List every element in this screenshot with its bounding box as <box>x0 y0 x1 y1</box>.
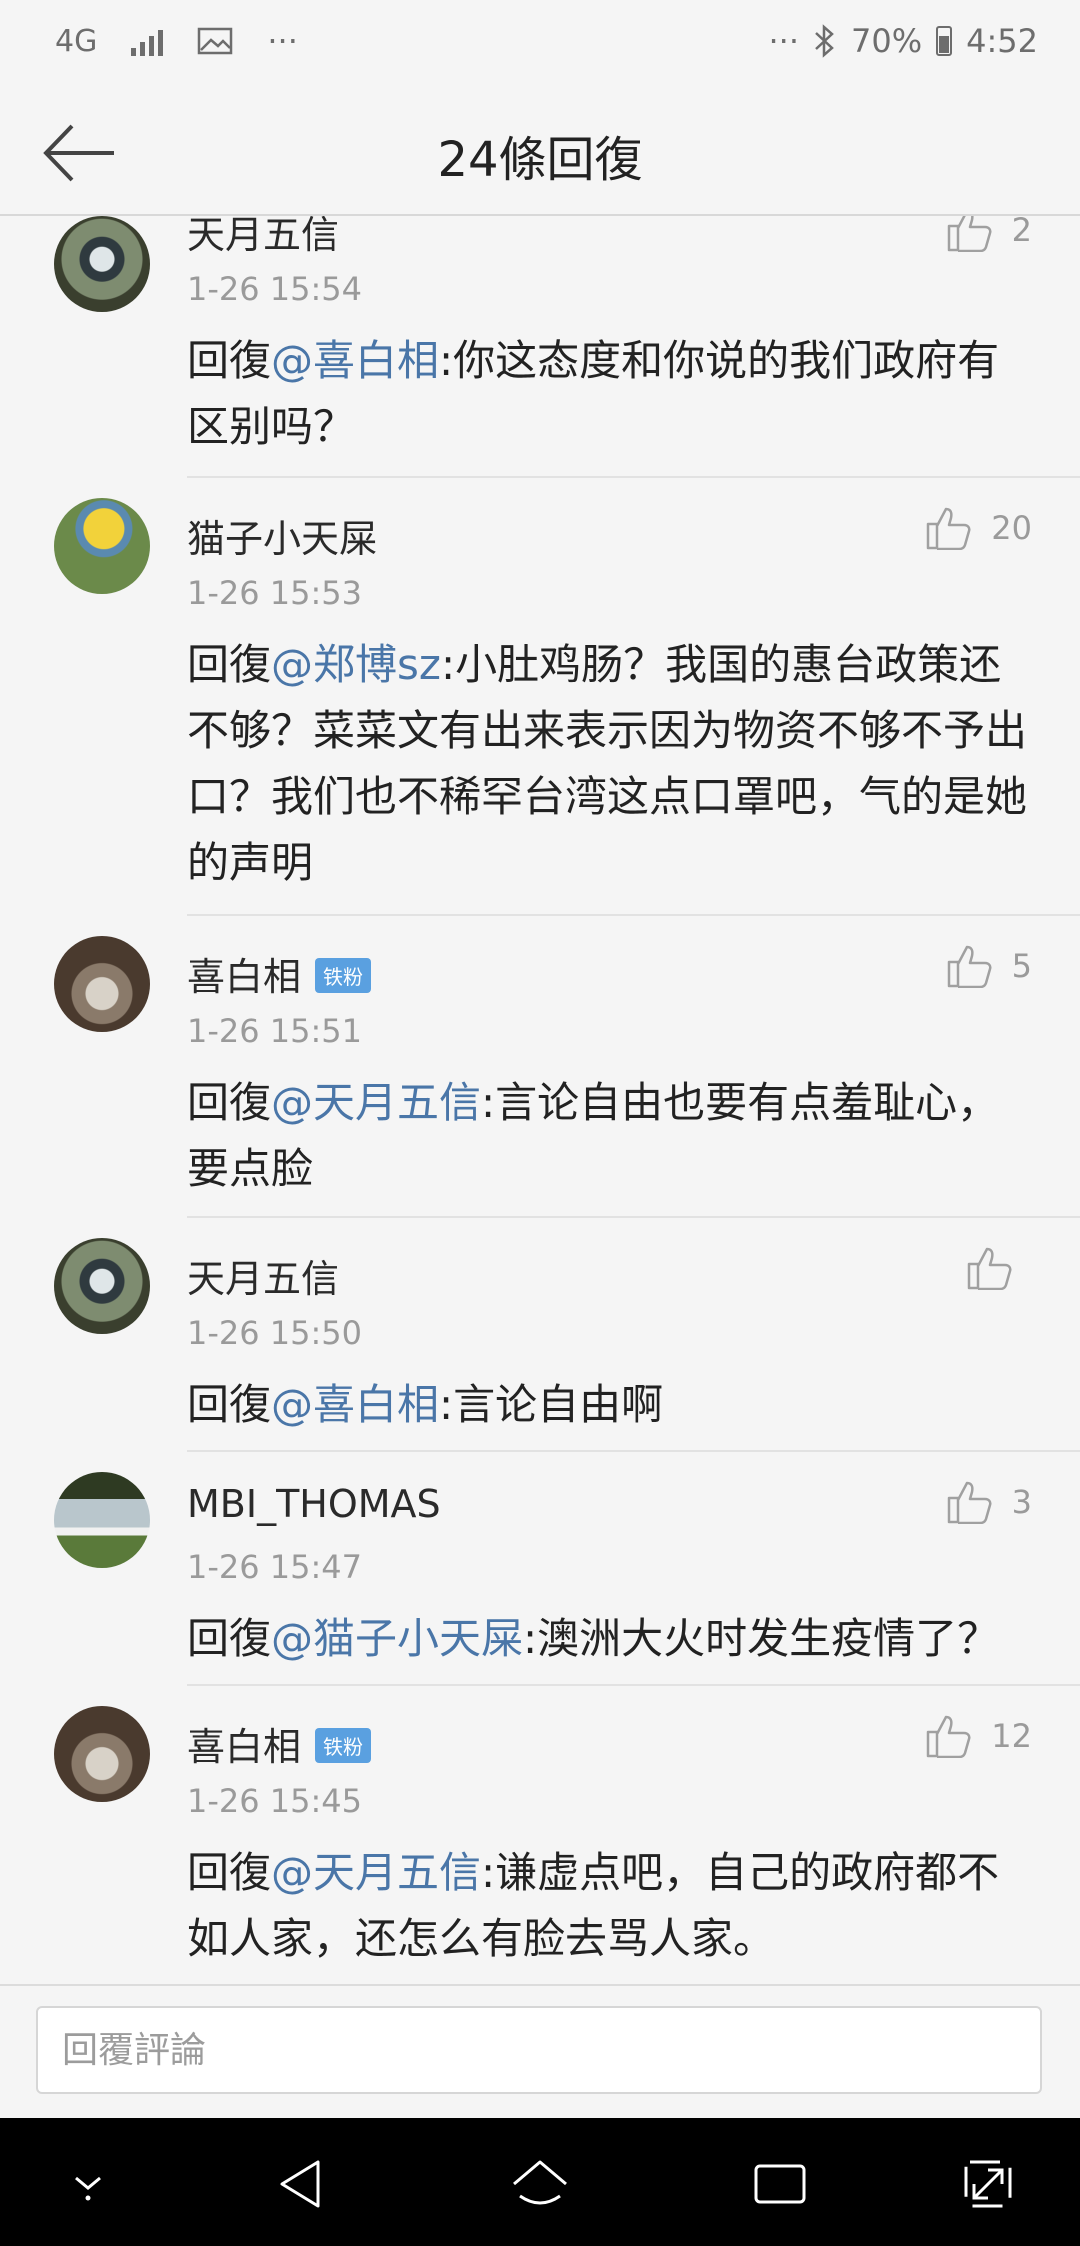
nav-recent-button[interactable] <box>750 2154 810 2214</box>
mention-link[interactable]: @天月五信 <box>271 1848 481 1897</box>
comment-author[interactable]: 天月五信 <box>187 1248 339 1303</box>
thumbs-up-icon <box>927 1715 971 1758</box>
like-button[interactable] <box>966 1246 1032 1290</box>
comment-author[interactable]: 喜白相 铁粉 <box>187 1716 372 1771</box>
comment-text: 回復@猫子小天屎:澳洲大火时发生疫情了？ <box>187 1614 1000 1663</box>
mention-link[interactable]: @猫子小天屎 <box>271 1614 523 1663</box>
divider <box>187 1216 1080 1218</box>
avatar[interactable] <box>54 498 150 594</box>
mention-link[interactable]: @郑博sz <box>271 640 441 689</box>
divider <box>187 1684 1080 1686</box>
battery-percent: 70% <box>851 22 923 60</box>
comment-author[interactable]: 天月五信 <box>187 216 339 259</box>
chevron-down-icon <box>75 2176 101 2201</box>
comment-text: 回復@天月五信:谦虚点吧，自己的政府都不如人家，还怎么有脸去骂人家。 <box>187 1848 1000 1963</box>
nav-hide-button[interactable] <box>58 2154 118 2214</box>
comment-time: 1-26 15:51 <box>187 1012 363 1050</box>
like-count: 3 <box>1011 1483 1032 1521</box>
nav-expand-button[interactable] <box>958 2154 1018 2214</box>
nav-back-button[interactable] <box>270 2154 330 2214</box>
divider <box>187 476 1080 478</box>
comment-author[interactable]: 喜白相 铁粉 <box>187 946 372 1001</box>
thumbs-up-icon <box>947 1481 992 1524</box>
mention-link[interactable]: @喜白相 <box>271 336 439 385</box>
triangle-back-icon <box>280 2160 320 2208</box>
mention-link[interactable]: @喜白相 <box>271 1380 439 1429</box>
bluetooth-icon <box>815 24 834 58</box>
mention-link[interactable]: @天月五信 <box>271 1078 481 1127</box>
reply-bar <box>0 1984 1080 2118</box>
comment-text: 回復@郑博sz:小肚鸡肠？我国的惠台政策还不够？菜菜文有出来表示因为物资不够不予… <box>187 640 1028 887</box>
comment-time: 1-26 15:53 <box>187 574 363 612</box>
home-icon <box>513 2160 567 2205</box>
image-icon <box>198 27 233 55</box>
comment-time: 1-26 15:50 <box>187 1314 363 1352</box>
avatar[interactable] <box>54 1706 150 1802</box>
divider <box>187 914 1080 916</box>
like-count: 12 <box>991 1717 1032 1755</box>
notification-overflow: ··· <box>267 22 298 60</box>
thumbs-up-icon <box>947 945 992 988</box>
comment-text: 回復@喜白相:言论自由啊 <box>187 1380 664 1429</box>
battery-icon <box>936 26 953 56</box>
fan-badge: 铁粉 <box>315 958 372 993</box>
like-button[interactable]: 5 <box>946 944 1032 988</box>
recent-apps-icon <box>754 2164 806 2204</box>
fan-badge: 铁粉 <box>315 1728 372 1763</box>
nav-home-button[interactable] <box>510 2154 570 2214</box>
like-count: 20 <box>991 509 1032 547</box>
status-time: 4:52 <box>966 22 1038 60</box>
like-count: 5 <box>1011 947 1032 985</box>
status-right: ··· 70% 4:52 <box>769 22 1039 60</box>
network-type: 4G <box>55 23 98 59</box>
signal-bars-icon <box>131 26 164 56</box>
like-button[interactable]: 2 <box>946 216 1032 252</box>
system-nav-bar <box>0 2118 1080 2246</box>
like-button[interactable]: 3 <box>946 1480 1032 1524</box>
thumbs-up-icon <box>967 1247 1012 1290</box>
comment-text: 回復@喜白相:你这态度和你说的我们政府有区别吗？ <box>187 336 1000 451</box>
comment-time: 1-26 15:54 <box>187 270 363 308</box>
status-bar: 4G ··· ··· 70% 4:52 <box>0 0 1080 90</box>
comment-list[interactable]: 天月五信 1-26 15:54 2 回復@喜白相:你这态度和你说的我们政府有区别… <box>0 216 1080 1978</box>
like-count: 2 <box>1011 216 1032 249</box>
status-left: 4G ··· <box>55 22 298 60</box>
like-button[interactable]: 12 <box>925 1714 1032 1758</box>
avatar[interactable] <box>54 1238 150 1334</box>
comment-author[interactable]: MBI_THOMAS <box>187 1482 441 1526</box>
expand-icon <box>964 2160 1012 2208</box>
comment-time: 1-26 15:45 <box>187 1782 363 1820</box>
top-app-bar: 24條回復 <box>0 90 1080 216</box>
divider <box>187 1450 1080 1452</box>
reply-input[interactable] <box>36 2006 1042 2094</box>
thumbs-up-icon <box>927 507 971 550</box>
comment-text: 回復@天月五信:言论自由也要有点羞耻心，要点脸 <box>187 1078 1000 1193</box>
comment-author[interactable]: 猫子小天屎 <box>187 508 377 563</box>
comment-time: 1-26 15:47 <box>187 1548 363 1586</box>
avatar[interactable] <box>54 936 150 1032</box>
status-overflow: ··· <box>768 22 800 60</box>
avatar[interactable] <box>54 1472 150 1568</box>
page-title: 24條回復 <box>437 132 643 188</box>
avatar[interactable] <box>54 216 150 312</box>
like-button[interactable]: 20 <box>925 506 1032 550</box>
thumbs-up-icon <box>947 216 992 252</box>
